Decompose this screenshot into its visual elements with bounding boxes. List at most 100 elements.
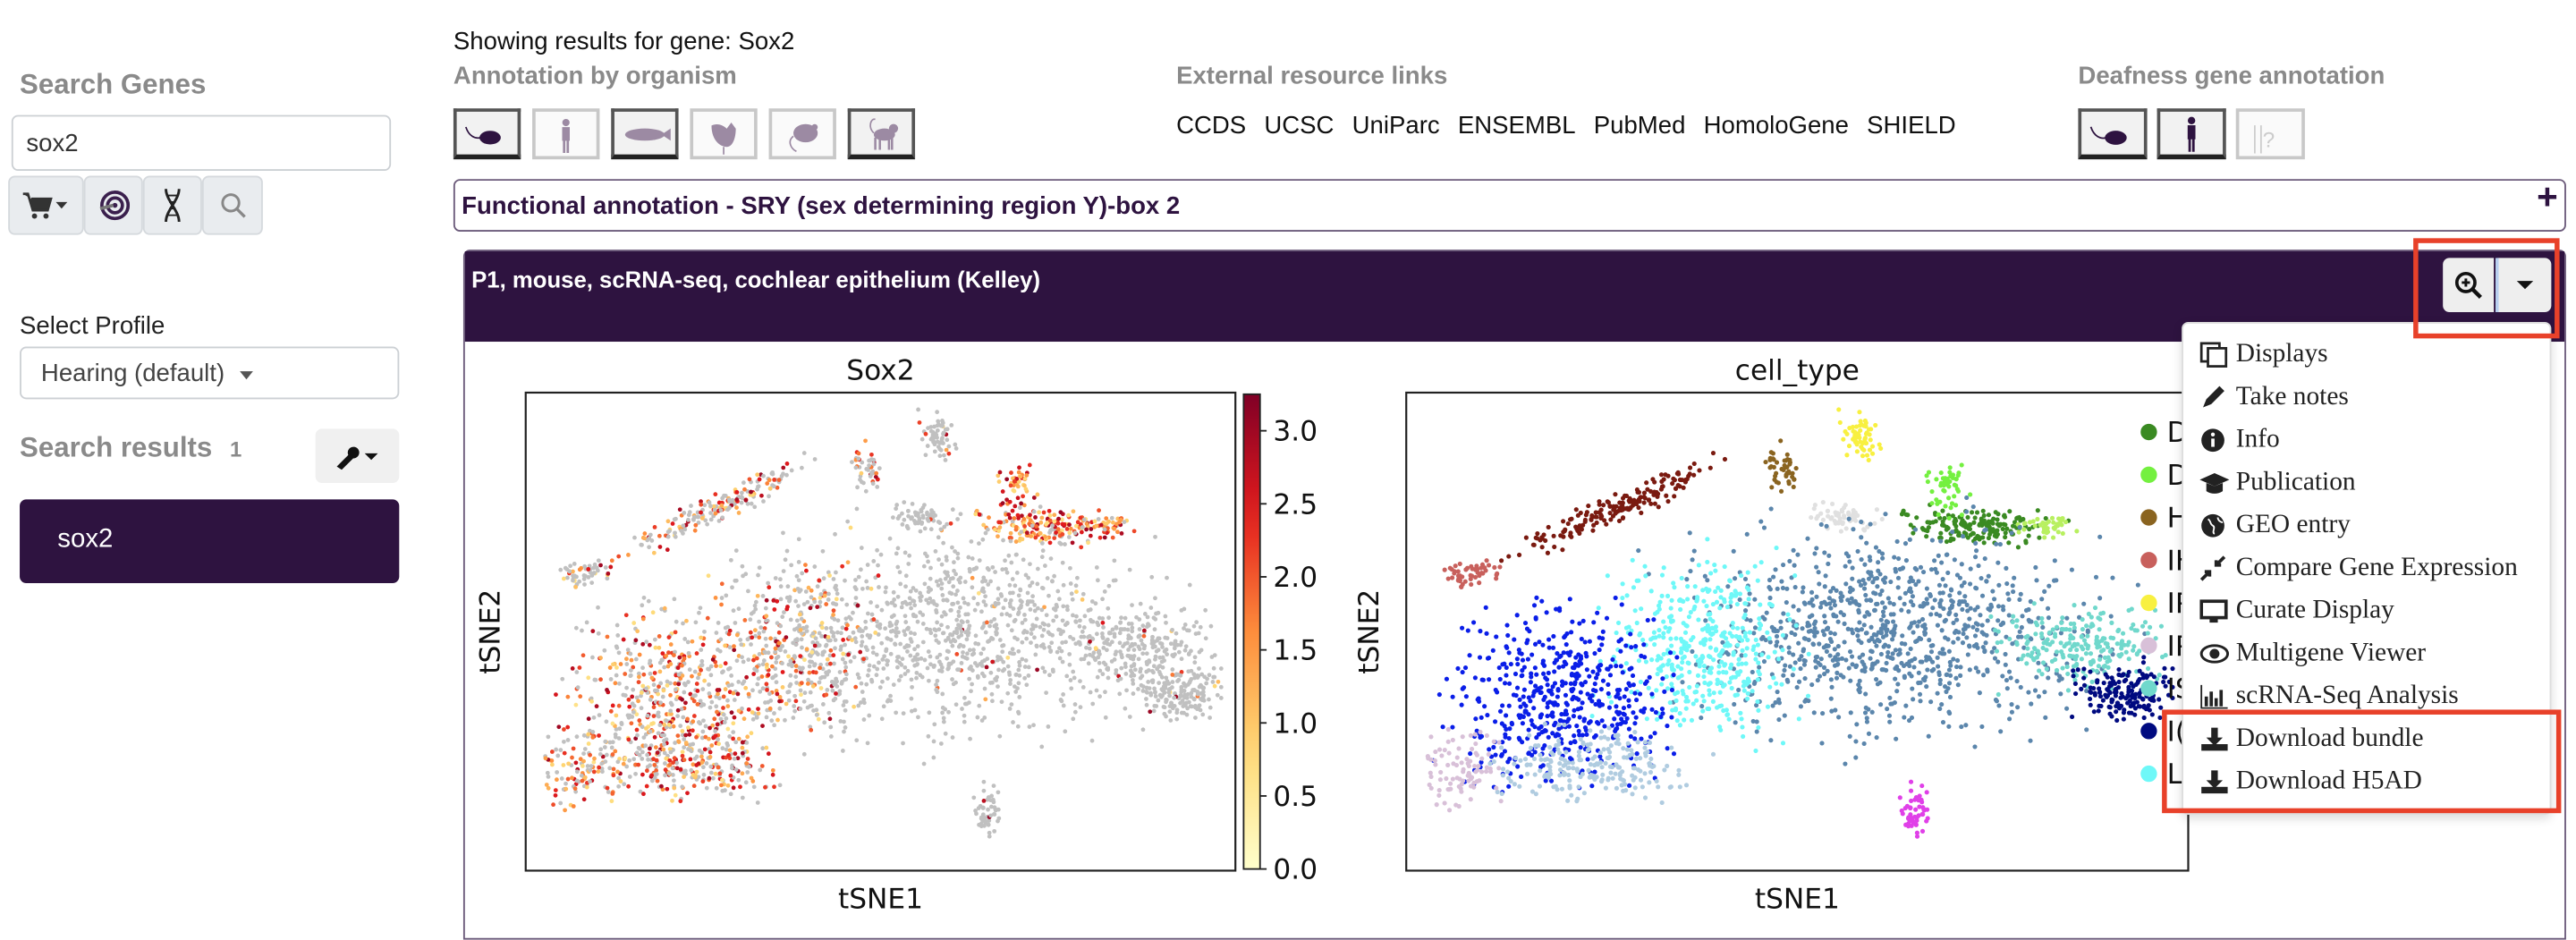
deafness-button-unknown[interactable]: ? xyxy=(2236,108,2305,159)
scatter-point xyxy=(983,594,987,598)
scatter-point xyxy=(1192,660,1197,665)
profile-select[interactable]: Hearing (default) xyxy=(20,347,399,400)
external-link-uniparc[interactable]: UniParc xyxy=(1352,112,1440,140)
scatter-point xyxy=(1939,702,1944,707)
scatter-point xyxy=(1578,523,1582,528)
scatter-point xyxy=(652,551,657,555)
scatter-point xyxy=(1942,516,1946,521)
gene-search-input[interactable] xyxy=(12,115,391,171)
scatter-point xyxy=(844,672,849,676)
scatter-point xyxy=(635,728,640,733)
colorbar-tick-label: 0.5 xyxy=(1273,781,1318,813)
scatter-point xyxy=(1164,698,1168,702)
scatter-point xyxy=(1967,616,1971,621)
scatter-point xyxy=(630,715,634,719)
scatter-point xyxy=(565,567,570,572)
results-tools-button[interactable] xyxy=(316,428,400,483)
search-button[interactable] xyxy=(202,176,263,235)
organism-button-zebrafish[interactable] xyxy=(611,108,678,159)
scatter-point xyxy=(1860,441,1865,445)
scatter-point xyxy=(1863,436,1868,440)
scatter-point xyxy=(968,648,972,652)
scatter-point xyxy=(772,478,776,482)
scatter-point xyxy=(1532,543,1537,547)
organism-button-mouse[interactable] xyxy=(453,108,521,159)
deafness-button-human[interactable] xyxy=(2157,108,2226,159)
target-button[interactable] xyxy=(84,176,143,235)
dna-button[interactable] xyxy=(143,176,202,235)
scatter-point xyxy=(597,733,601,738)
scatter-point xyxy=(1114,625,1118,630)
scatter-point xyxy=(578,665,582,670)
scatter-point xyxy=(1054,530,1058,535)
scatter-point xyxy=(2007,613,2012,617)
scatter-point xyxy=(629,721,633,725)
scatter-point xyxy=(919,529,923,534)
scatter-point xyxy=(1006,623,1011,628)
scatter-point xyxy=(1736,688,1741,692)
scatter-point xyxy=(996,819,1000,824)
scatter-point xyxy=(1016,495,1021,500)
external-link-shield[interactable]: SHIELD xyxy=(1867,112,1956,140)
scatter-point xyxy=(1834,510,1838,514)
scatter-point xyxy=(1673,478,1677,482)
external-link-pubmed[interactable]: PubMed xyxy=(1594,112,1686,140)
scatter-point xyxy=(576,685,580,690)
scatter-point xyxy=(655,772,659,776)
organism-button-rat[interactable] xyxy=(769,108,836,159)
scatter-point xyxy=(640,603,644,607)
organism-button-chicken[interactable] xyxy=(690,108,757,159)
scatter-point xyxy=(1812,634,1817,639)
scatter-point xyxy=(1894,648,1898,652)
deafness-button-mouse[interactable] xyxy=(2078,108,2147,159)
scatter-point xyxy=(1101,625,1106,630)
scatter-point xyxy=(1876,569,1880,573)
external-link-ccds[interactable]: CCDS xyxy=(1176,112,1246,140)
scatter-point xyxy=(843,677,847,682)
scatter-point xyxy=(1678,607,1682,612)
scatter-point xyxy=(894,622,898,626)
organism-button-human[interactable] xyxy=(532,108,599,159)
scatter-point xyxy=(750,710,755,715)
external-link-ensembl[interactable]: ENSEMBL xyxy=(1458,112,1576,140)
organism-button-marmoset[interactable] xyxy=(848,108,915,159)
scatter-point xyxy=(895,655,900,659)
scatter-point xyxy=(2081,602,2086,606)
scatter-point xyxy=(851,611,855,615)
external-link-ucsc[interactable]: UCSC xyxy=(1264,112,1334,140)
scatter-point xyxy=(886,602,890,606)
cart-button[interactable] xyxy=(8,176,83,235)
scatter-point xyxy=(820,675,825,680)
scatter-point xyxy=(1049,640,1054,645)
scatter-point xyxy=(1970,531,1975,536)
scatter-point xyxy=(1916,579,1920,583)
scatter-point xyxy=(632,536,637,540)
scatter-point xyxy=(573,786,578,791)
scatter-point xyxy=(812,564,817,569)
scatter-point xyxy=(771,598,775,603)
scatter-point xyxy=(2034,578,2038,582)
expand-icon[interactable]: + xyxy=(2537,176,2558,219)
scatter-point xyxy=(982,599,987,604)
scatter-point xyxy=(641,617,646,622)
scatter-point xyxy=(651,610,656,614)
scatter-point xyxy=(1171,680,1175,684)
scatter-point xyxy=(1806,699,1810,703)
scatter-point xyxy=(1827,596,1832,600)
functional-annotation-panel[interactable]: Functional annotation - SRY (sex determi… xyxy=(453,179,2566,232)
scatter-point xyxy=(1080,597,1085,602)
scatter-point xyxy=(935,679,939,683)
search-result-item[interactable]: sox2 xyxy=(20,499,399,583)
scatter-point xyxy=(669,642,674,647)
scatter-point xyxy=(699,664,704,668)
scatter-point xyxy=(1843,581,1848,586)
scatter-point xyxy=(767,494,771,498)
scatter-point xyxy=(1145,651,1149,656)
scatter-point xyxy=(1981,509,1986,513)
scatter-point xyxy=(1743,577,1748,581)
scatter-point xyxy=(1783,713,1787,717)
scatter-point xyxy=(1043,563,1047,568)
scatter-point xyxy=(738,784,742,789)
scatter-point xyxy=(631,701,635,706)
external-link-homologene[interactable]: HomoloGene xyxy=(1704,112,1849,140)
